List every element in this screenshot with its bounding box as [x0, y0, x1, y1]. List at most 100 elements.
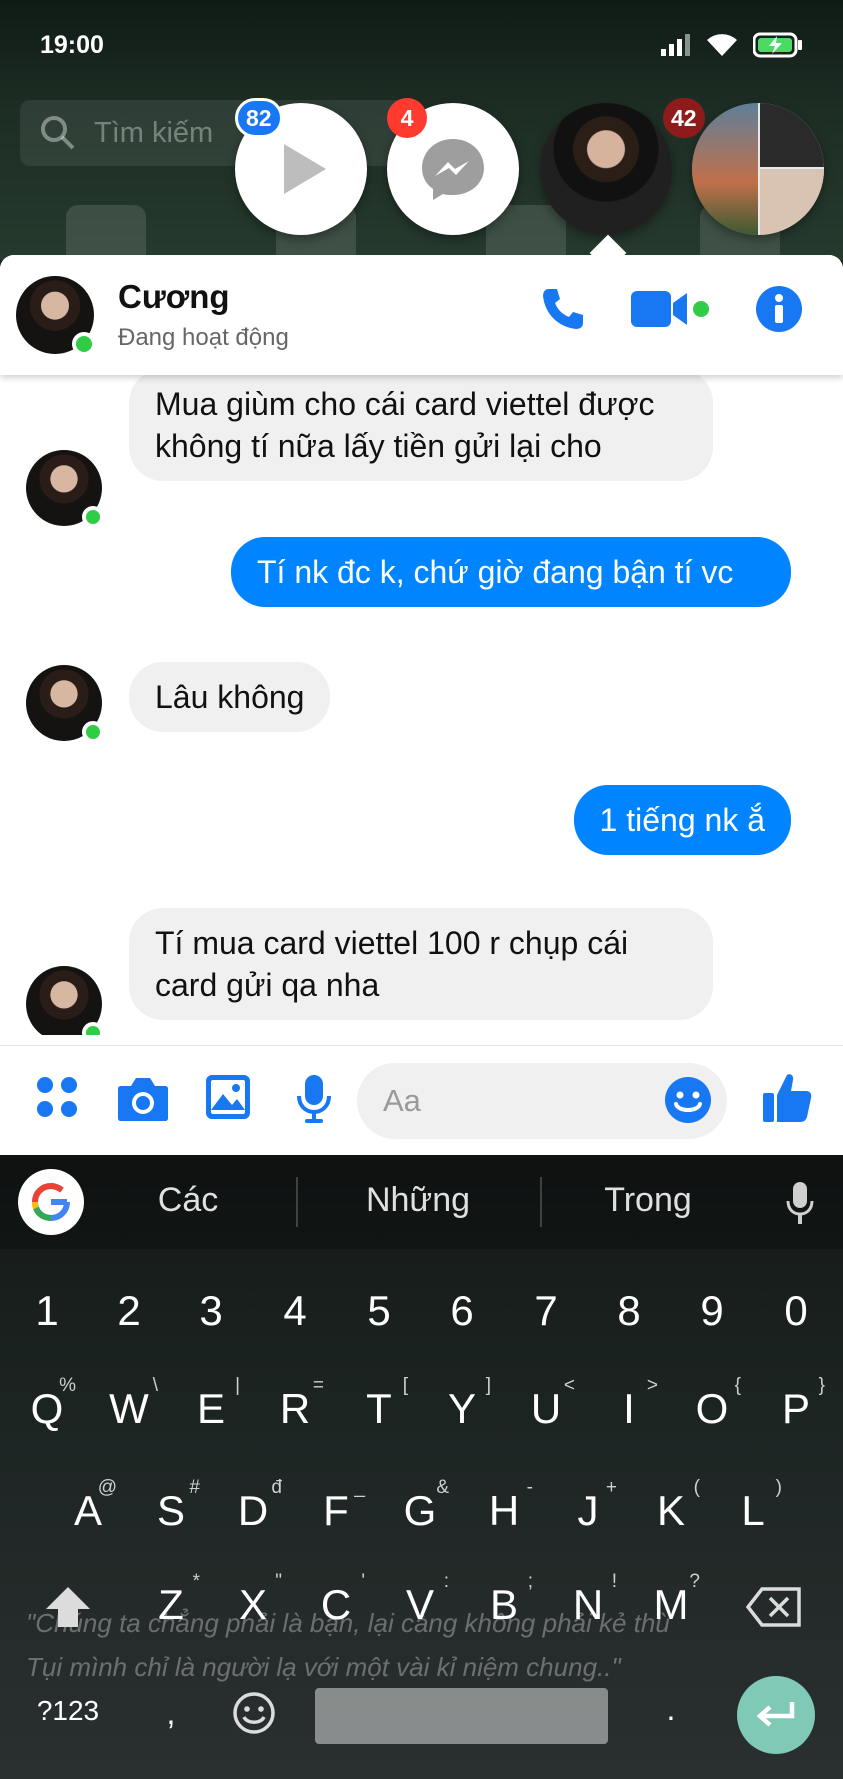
key-8[interactable]: 8	[594, 1287, 664, 1335]
phone-call-icon[interactable]	[539, 285, 587, 333]
key-4[interactable]: 4	[260, 1287, 330, 1335]
incoming-message[interactable]: Lâu không	[129, 662, 331, 732]
video-call-icon[interactable]	[631, 287, 711, 331]
key-s[interactable]: S #	[136, 1477, 206, 1535]
key-f[interactable]: F _	[301, 1477, 371, 1535]
key-1[interactable]: 1	[12, 1287, 82, 1335]
search-icon	[41, 116, 75, 150]
online-indicator	[82, 506, 104, 528]
incoming-message[interactable]: Tí mua card viettel 100 r chụp cái card …	[129, 908, 713, 1020]
message-list[interactable]: Mua giùm cho cái card viettel được không…	[0, 375, 843, 1035]
key-0[interactable]: 0	[761, 1287, 831, 1335]
thumbs-up-icon[interactable]	[762, 1071, 812, 1123]
online-indicator	[72, 332, 96, 356]
emoji-key-icon[interactable]	[232, 1691, 276, 1735]
contact-name: Cương	[118, 278, 230, 315]
group-photo	[692, 103, 758, 235]
status-time: 19:00	[40, 30, 104, 59]
key-z[interactable]: Z *	[136, 1571, 206, 1629]
chat-head-badge: 4	[387, 98, 427, 138]
outgoing-message[interactable]: 1 tiếng nk ắ	[573, 785, 791, 855]
key-5[interactable]: 5	[344, 1287, 414, 1335]
key-y[interactable]: Y]	[427, 1375, 497, 1433]
key-j[interactable]: J +	[553, 1477, 623, 1535]
contact-info[interactable]: Cương Đang hoạt động	[118, 278, 289, 352]
suggestion-divider	[296, 1177, 298, 1227]
status-icons	[661, 32, 803, 58]
chat-head-cuong[interactable]	[540, 103, 672, 235]
spacebar[interactable]	[315, 1688, 608, 1744]
key-o[interactable]: O{	[677, 1375, 747, 1433]
key-k[interactable]: K(	[636, 1477, 706, 1535]
battery-charging-icon	[753, 32, 802, 58]
message-avatar[interactable]	[26, 665, 104, 743]
key-6[interactable]: 6	[427, 1287, 497, 1335]
voice-input-icon[interactable]	[785, 1181, 815, 1225]
chat-header: Cương Đang hoạt động	[0, 255, 843, 375]
key-q[interactable]: Q%	[12, 1375, 82, 1433]
key-r[interactable]: R =	[260, 1375, 330, 1433]
message-avatar[interactable]	[26, 450, 104, 528]
key-n[interactable]: N!	[553, 1571, 623, 1629]
key-d[interactable]: Dđ	[218, 1477, 288, 1535]
suggestion-word[interactable]: Trong	[538, 1181, 758, 1220]
contact-avatar[interactable]	[16, 276, 96, 356]
camera-icon[interactable]	[117, 1074, 169, 1122]
background-app-icon	[66, 205, 146, 255]
chat-window: Cương Đang hoạt động Mua giùm cho cái ca…	[0, 255, 843, 1155]
period-key[interactable]: .	[636, 1691, 706, 1728]
key-7[interactable]: 7	[511, 1287, 581, 1335]
key-e[interactable]: E |	[176, 1375, 246, 1433]
suggestion-bar: Các Những Trong	[0, 1155, 843, 1249]
key-w[interactable]: W \	[94, 1375, 164, 1433]
key-g[interactable]: G &	[385, 1477, 455, 1535]
key-a[interactable]: A @	[53, 1477, 123, 1535]
backspace-icon[interactable]	[746, 1587, 802, 1627]
chat-head-badge: 82	[235, 98, 283, 138]
more-apps-icon[interactable]	[34, 1074, 80, 1120]
key-t[interactable]: T[	[344, 1375, 414, 1433]
suggestion-word[interactable]: Các	[78, 1181, 298, 1220]
incoming-message[interactable]: Mua giùm cho cái card viettel được không…	[129, 375, 713, 481]
info-icon[interactable]	[755, 285, 803, 333]
key-u[interactable]: U <	[511, 1375, 581, 1433]
wallpaper-quote-line: Tụi mình chỉ là người lạ với một vài kỉ …	[26, 1652, 621, 1682]
enter-key[interactable]	[737, 1676, 815, 1754]
enter-icon	[756, 1702, 795, 1727]
signal-icon	[661, 34, 690, 56]
message-avatar[interactable]	[26, 966, 104, 1035]
suggestion-word[interactable]: Những	[308, 1181, 528, 1220]
comma-key[interactable]: ,	[136, 1695, 206, 1732]
key-c[interactable]: C '	[301, 1571, 371, 1629]
keyboard: Các Những Trong 1 2 3 4 5 6 7 8 9 0 Q% W…	[0, 1155, 843, 1779]
key-9[interactable]: 9	[677, 1287, 747, 1335]
key-i[interactable]: I >	[594, 1375, 664, 1433]
key-l[interactable]: L)	[718, 1477, 788, 1535]
contact-status: Đang hoạt động	[118, 324, 289, 351]
online-indicator	[82, 1022, 104, 1035]
key-p[interactable]: P}	[761, 1375, 831, 1433]
symbols-key[interactable]: ?123	[28, 1695, 108, 1727]
key-3[interactable]: 3	[176, 1287, 246, 1335]
microphone-icon[interactable]	[296, 1074, 332, 1124]
background-search-placeholder: Tìm kiếm	[94, 116, 214, 149]
key-b[interactable]: B;	[469, 1571, 539, 1629]
shift-icon[interactable]	[44, 1585, 92, 1629]
key-m[interactable]: M?	[636, 1571, 706, 1629]
group-photo	[760, 103, 824, 167]
composer-bar	[0, 1045, 843, 1155]
gallery-icon[interactable]	[205, 1074, 251, 1120]
online-indicator	[82, 721, 104, 743]
play-icon	[284, 144, 326, 194]
outgoing-message[interactable]: Tí nk đc k, chứ giờ đang bận tí vc	[231, 537, 791, 607]
status-bar: 19:00	[0, 0, 843, 90]
emoji-icon[interactable]	[664, 1076, 712, 1124]
messenger-icon	[422, 139, 484, 200]
chat-head-group[interactable]	[692, 103, 824, 235]
key-x[interactable]: X "	[218, 1571, 288, 1629]
key-v[interactable]: V:	[385, 1571, 455, 1629]
header-actions	[539, 285, 803, 333]
key-2[interactable]: 2	[94, 1287, 164, 1335]
key-h[interactable]: H-	[469, 1477, 539, 1535]
google-logo-icon[interactable]	[18, 1169, 84, 1235]
